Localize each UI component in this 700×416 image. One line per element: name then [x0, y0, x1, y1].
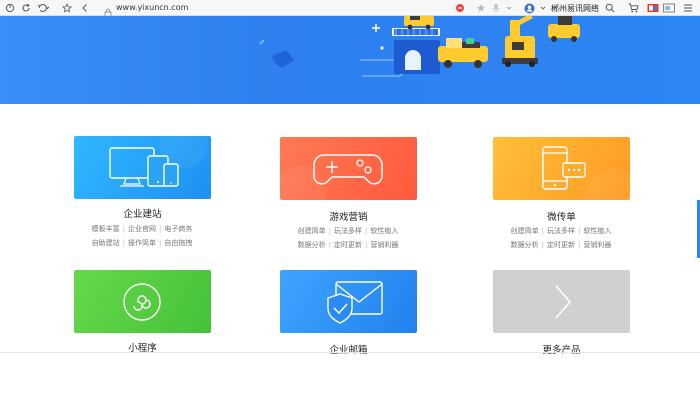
- section-divider: [0, 352, 700, 353]
- undo-icon[interactable]: [36, 1, 50, 15]
- feature-item: 软性植入: [583, 227, 612, 235]
- product-card-micro-flyer[interactable]: 微传单 创建简单 | 玩法多样 | 软性植入 数据分析 | 定时更新 | 营销利器: [493, 137, 630, 249]
- profile-name: 郴州易讯网络: [551, 3, 599, 13]
- feature-row: 自助建站 | 操作简单 | 自由拖拽: [91, 239, 193, 247]
- product-title: 游戏营销: [329, 212, 368, 223]
- feature-item: 软性植入: [370, 227, 399, 235]
- feature-item: 创建简单: [510, 227, 539, 235]
- browser-toolbar: www.yixuncn.com 郴州易讯网络: [0, 0, 700, 18]
- refresh-icon[interactable]: [19, 1, 33, 15]
- hero-banner: [0, 16, 700, 104]
- feature-item: 自由拖拽: [164, 239, 193, 247]
- url-text[interactable]: www.yixuncn.com: [116, 0, 188, 16]
- feature-row: 创建简单 | 玩法多样 | 软性植入: [510, 227, 612, 235]
- feature-item: 数据分析: [297, 241, 326, 249]
- shield-icon[interactable]: [453, 1, 467, 15]
- star-outline-icon[interactable]: [474, 1, 488, 15]
- feature-item: 模板丰富: [91, 225, 120, 233]
- feature-item: 营销利器: [583, 241, 612, 249]
- tile-website[interactable]: [74, 136, 211, 199]
- profile-switcher[interactable]: 郴州易讯网络: [524, 0, 599, 16]
- tile-game-marketing[interactable]: [280, 137, 417, 200]
- mini-program-icon: [123, 283, 161, 321]
- chevron-down-icon: [540, 6, 546, 10]
- product-card-website[interactable]: 企业建站 模板丰富 | 企业官网 | 电子商务 自助建站 | 操作简单 | 自由拖拽: [74, 136, 211, 247]
- feature-list: 创建简单 | 玩法多样 | 软性植入 数据分析 | 定时更新 | 营销利器: [481, 224, 641, 252]
- back-arrow-icon[interactable]: [3, 1, 17, 15]
- extension-icon[interactable]: [646, 1, 660, 15]
- feature-item: 玩法多样: [547, 227, 575, 235]
- gamepad-icon: [280, 154, 383, 200]
- product-title: 更多产品: [542, 345, 581, 356]
- window-icon[interactable]: [662, 1, 676, 15]
- mail-shield-icon: [327, 281, 383, 324]
- chevron-right-icon: [555, 285, 572, 319]
- feature-item: 企业官网: [128, 225, 156, 233]
- feature-item: 玩法多样: [334, 227, 362, 235]
- cart-icon[interactable]: [626, 1, 640, 15]
- tile-micro-flyer[interactable]: [493, 137, 630, 200]
- product-title: 企业邮箱: [329, 345, 368, 356]
- product-card-more[interactable]: 更多产品: [493, 270, 630, 356]
- feature-item: 电子商务: [164, 225, 193, 233]
- product-card-mini-program[interactable]: 小程序: [74, 270, 211, 354]
- phone-chat-icon: [542, 146, 630, 200]
- hero-illustration: [259, 16, 580, 77]
- devices-icon: [109, 136, 208, 187]
- lock-icon: [104, 3, 112, 18]
- tile-mini-program[interactable]: [74, 270, 211, 333]
- product-title: 微传单: [547, 212, 576, 223]
- feature-row: 数据分析 | 定时更新 | 营销利器: [297, 241, 399, 249]
- product-card-enterprise-mail[interactable]: 企业邮箱: [280, 270, 417, 356]
- tile-enterprise-mail[interactable]: [280, 270, 417, 333]
- product-title: 企业建站: [123, 209, 162, 220]
- feature-row: 模板丰富 | 企业官网 | 电子商务: [91, 225, 193, 233]
- feature-list: 模板丰富 | 企业官网 | 电子商务 自助建站 | 操作简单 | 自由拖拽: [62, 222, 222, 250]
- menu-icon[interactable]: [681, 1, 695, 15]
- feature-item: 数据分析: [510, 241, 539, 249]
- chevron-down-icon[interactable]: [502, 1, 516, 15]
- feature-item: 定时更新: [547, 241, 575, 249]
- avatar-icon: [524, 3, 535, 13]
- mic-icon[interactable]: [489, 1, 503, 15]
- search-icon[interactable]: [603, 1, 617, 15]
- star-icon[interactable]: [60, 1, 74, 15]
- feature-row: 创建简单 | 玩法多样 | 软性植入: [297, 227, 399, 235]
- feature-item: 操作简单: [128, 239, 156, 247]
- feature-list: 创建简单 | 玩法多样 | 软性植入 数据分析 | 定时更新 | 营销利器: [268, 224, 428, 252]
- tile-more-products[interactable]: [493, 270, 630, 333]
- feature-row: 数据分析 | 定时更新 | 营销利器: [510, 241, 612, 249]
- product-card-game-marketing[interactable]: 游戏营销 创建简单 | 玩法多样 | 软性植入 数据分析 | 定时更新 | 营销利器: [280, 137, 417, 249]
- product-grid: 企业建站 模板丰富 | 企业官网 | 电子商务 自助建站 | 操作简单 | 自由拖拽 游戏营销 …: [0, 104, 700, 356]
- feature-item: 营销利器: [370, 241, 399, 249]
- prev-icon[interactable]: [78, 1, 92, 15]
- feature-item: 自助建站: [91, 239, 120, 247]
- feature-item: 定时更新: [334, 241, 362, 249]
- feature-item: 创建简单: [297, 227, 326, 235]
